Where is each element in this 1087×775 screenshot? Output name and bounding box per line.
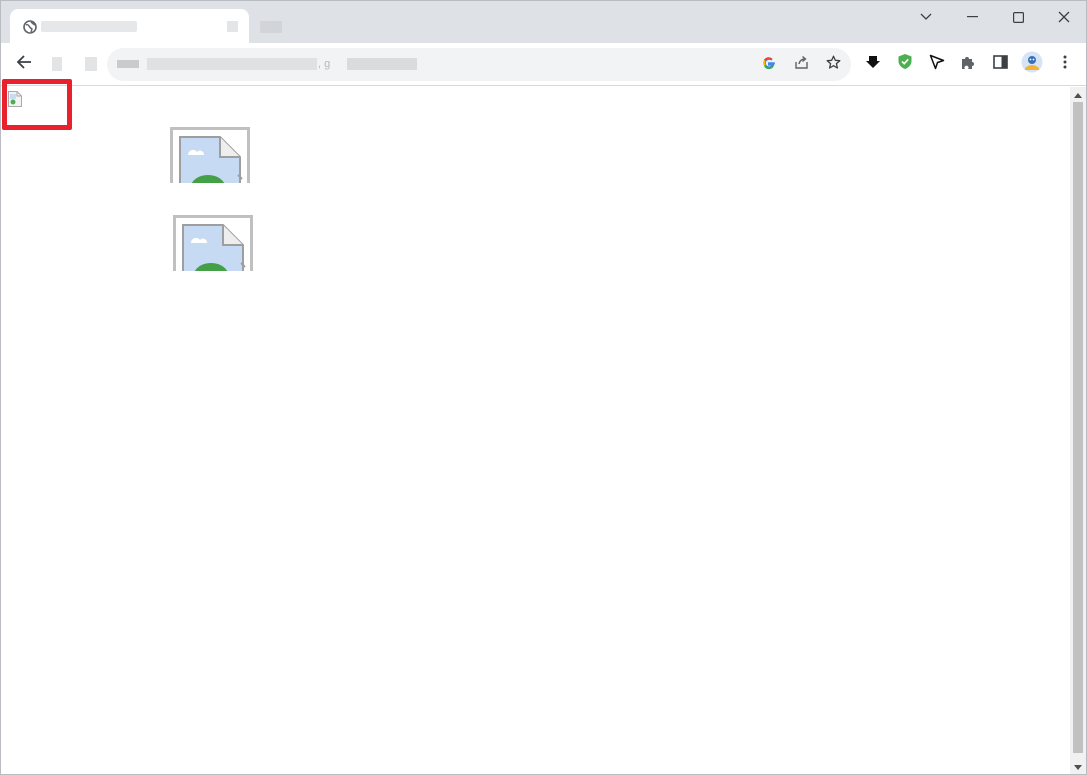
minimize-button[interactable] — [949, 5, 995, 29]
share-button[interactable] — [787, 51, 815, 79]
side-panel-icon — [992, 54, 1008, 74]
extension-cursor-button[interactable] — [923, 50, 951, 78]
tab-close-icon[interactable] — [227, 21, 238, 32]
share-icon — [794, 55, 809, 75]
url-text-blurred-end — [347, 58, 417, 70]
browser-tab[interactable] — [10, 9, 249, 43]
bookmark-button[interactable] — [819, 51, 847, 79]
broken-image-icon — [8, 91, 22, 107]
broken-image-icon — [170, 127, 250, 183]
star-icon — [826, 55, 841, 75]
tab-title — [41, 21, 137, 32]
back-arrow-icon — [16, 54, 32, 75]
globe-icon — [23, 20, 37, 34]
avatar-icon — [1021, 51, 1043, 78]
cursor-arrow-icon — [929, 54, 945, 75]
page-content — [1, 79, 1070, 774]
forward-button[interactable] — [52, 57, 62, 71]
browser-toolbar: , g — [1, 43, 1086, 86]
extension-shield-button[interactable] — [891, 50, 919, 78]
maximize-button[interactable] — [995, 5, 1041, 29]
url-text-blurred — [147, 58, 317, 70]
url-text: , g — [318, 58, 331, 70]
address-bar[interactable]: , g — [107, 48, 851, 81]
profile-button[interactable] — [1018, 50, 1046, 78]
reload-button[interactable] — [85, 57, 97, 71]
more-menu-icon — [1063, 55, 1067, 74]
tab-strip — [1, 1, 1086, 43]
extension-download-button[interactable] — [859, 50, 887, 78]
maximize-icon — [1012, 11, 1024, 23]
scroll-down-arrow[interactable] — [1070, 759, 1086, 774]
close-window-button[interactable] — [1041, 5, 1086, 29]
chevron-down-icon — [920, 13, 932, 21]
side-panel-button[interactable] — [986, 50, 1014, 78]
tab-search-button[interactable] — [903, 5, 949, 29]
site-info-icon[interactable] — [117, 60, 139, 68]
more-menu-button[interactable] — [1051, 50, 1079, 78]
back-button[interactable] — [10, 50, 38, 78]
scrollbar-thumb[interactable] — [1073, 102, 1083, 753]
green-shield-icon — [897, 53, 913, 75]
extensions-button[interactable] — [954, 50, 982, 78]
minimize-icon — [966, 16, 978, 18]
download-shield-icon — [865, 54, 881, 75]
browser-window: , g — [0, 0, 1087, 775]
google-lens-button[interactable] — [755, 51, 783, 79]
close-icon — [1058, 11, 1070, 23]
scroll-up-arrow[interactable] — [1070, 87, 1086, 103]
puzzle-icon — [960, 54, 976, 75]
vertical-scrollbar[interactable] — [1070, 87, 1086, 774]
google-icon — [762, 56, 776, 75]
broken-image-icon — [173, 215, 253, 271]
new-tab-button[interactable] — [260, 21, 282, 33]
